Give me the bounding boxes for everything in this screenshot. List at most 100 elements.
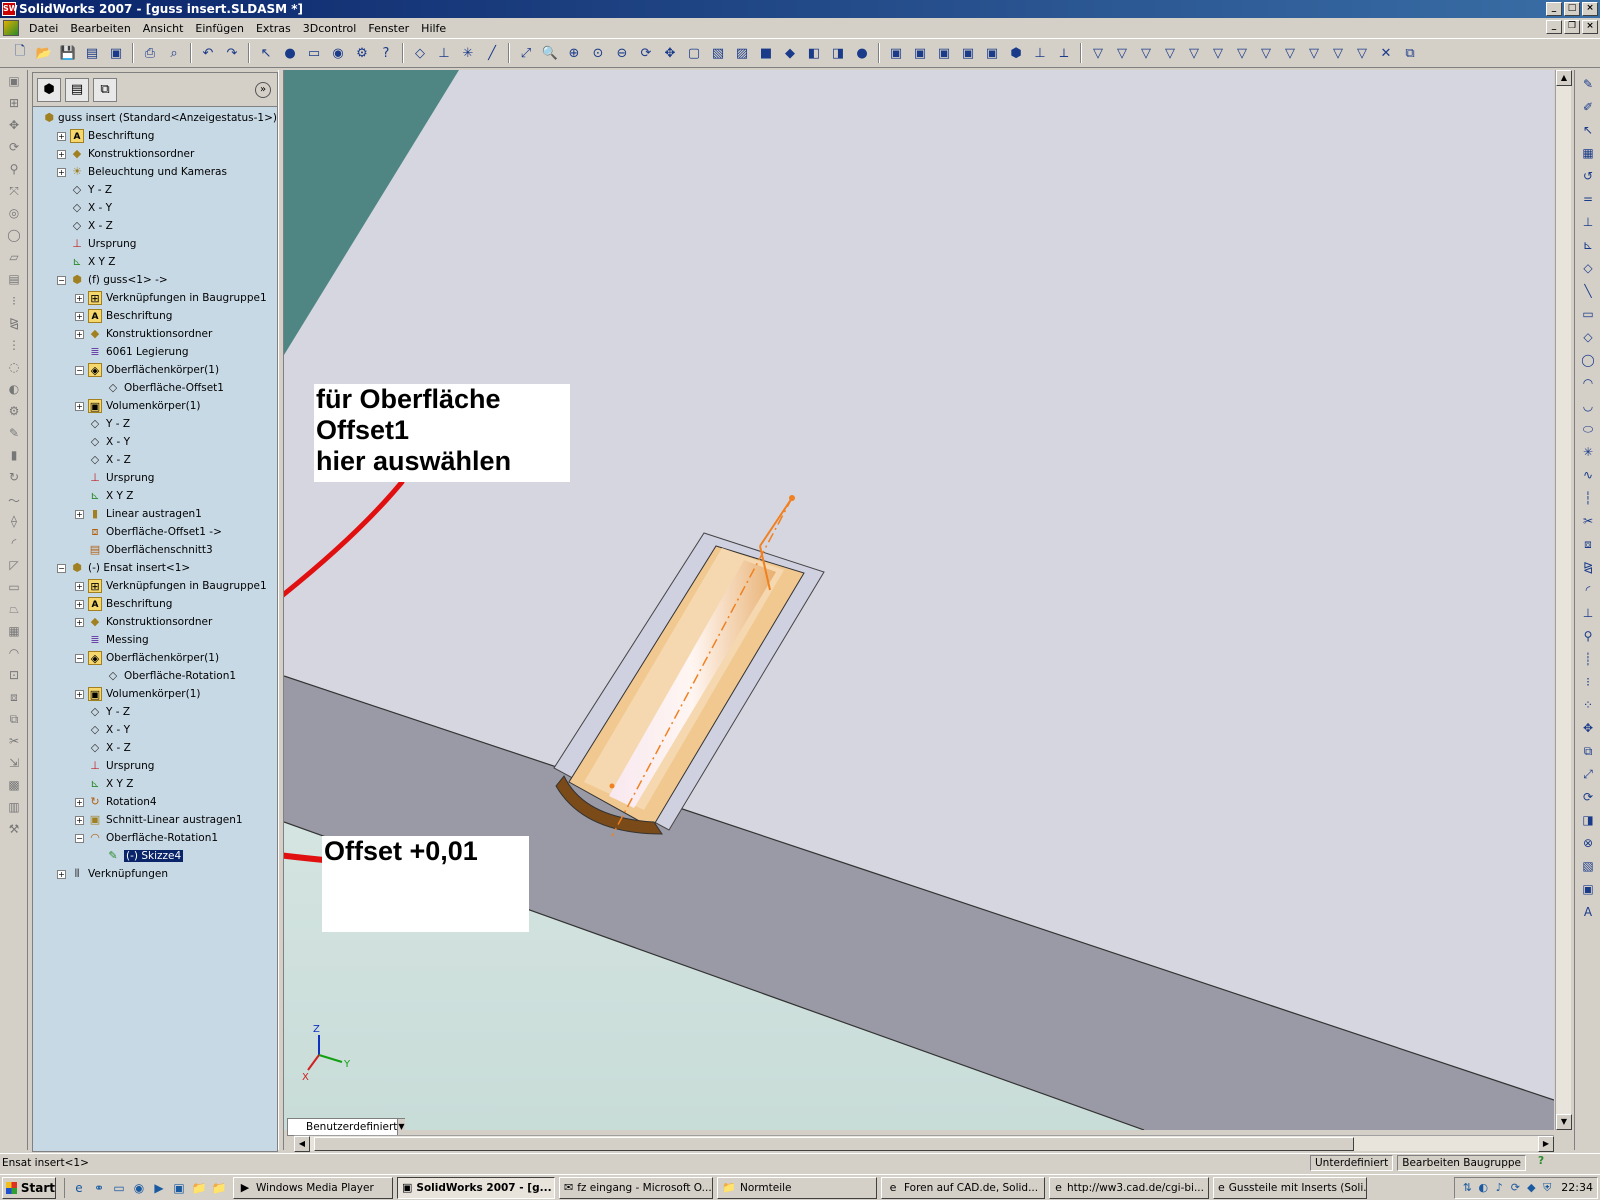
folder-icon[interactable]: 📁: [209, 1178, 229, 1198]
arc-icon[interactable]: ◠: [1579, 374, 1597, 392]
tree-item[interactable]: + ⫴ Verknüpfungen: [33, 865, 277, 883]
tree-item[interactable]: ⬢ guss insert (Standard<Anzeigestatus-1>): [33, 109, 277, 127]
circular-sketch-pattern-icon[interactable]: ⁘: [1579, 696, 1597, 714]
mirror-icon[interactable]: ⧎: [1579, 558, 1597, 576]
expand-icon[interactable]: +: [57, 149, 66, 159]
expand-icon[interactable]: +: [75, 401, 84, 411]
add-relation-icon[interactable]: ⊥: [1579, 604, 1597, 622]
expand-icon[interactable]: +: [57, 869, 66, 879]
surface-fill-icon[interactable]: ▩: [4, 778, 24, 796]
scroll-down-icon[interactable]: ▼: [1556, 1114, 1572, 1130]
text-icon[interactable]: A: [1579, 903, 1597, 921]
redo-icon[interactable]: ↷: [222, 43, 242, 63]
tab-property-manager[interactable]: ▤: [65, 77, 89, 102]
taskbar-button[interactable]: 📁 Normteile: [717, 1176, 877, 1199]
taskbar-button[interactable]: e Foren auf CAD.de, Solid...: [881, 1176, 1045, 1199]
collapse-icon[interactable]: −: [57, 563, 66, 573]
view-top-icon[interactable]: ▣: [982, 43, 1002, 63]
weld-bead-icon[interactable]: ▱: [4, 250, 24, 268]
save-icon[interactable]: 💾: [58, 43, 78, 63]
maximize-button[interactable]: □: [1564, 2, 1580, 16]
rebuild-icon[interactable]: ↺: [1579, 167, 1597, 185]
tree-item[interactable]: ⧈ Oberfläche-Offset1 ->: [33, 523, 277, 541]
trim-icon[interactable]: ✂: [1579, 512, 1597, 530]
tray-volume-icon[interactable]: ♪: [1491, 1181, 1507, 1194]
toolbox-icon[interactable]: ⚒: [4, 822, 24, 840]
filter-faces-icon[interactable]: ▽: [1112, 43, 1132, 63]
insert-component-icon[interactable]: ▣: [4, 74, 24, 92]
collapse-icon[interactable]: −: [75, 833, 84, 843]
taskbar-button[interactable]: ▣ SolidWorks 2007 - [g...: [397, 1176, 555, 1199]
tree-item[interactable]: ◇ Y - Z: [33, 703, 277, 721]
linear-pattern-icon[interactable]: ⋮: [4, 338, 24, 356]
menu-extras[interactable]: Extras: [250, 22, 297, 35]
filter-solids-icon[interactable]: ▽: [1352, 43, 1372, 63]
new-icon[interactable]: 🗋: [10, 43, 30, 63]
axis-tool-icon[interactable]: ╱: [482, 43, 502, 63]
solidworks-launch-icon[interactable]: ▣: [169, 1178, 189, 1198]
revolve-icon[interactable]: ↻: [4, 470, 24, 488]
expand-icon[interactable]: +: [57, 131, 66, 141]
fillet-sketch-icon[interactable]: ◜: [1579, 581, 1597, 599]
panel-expand-icon[interactable]: »: [255, 81, 271, 98]
help-icon[interactable]: ?: [376, 43, 396, 63]
doc-restore-button[interactable]: ❐: [1564, 20, 1580, 34]
undo-icon[interactable]: ↶: [198, 43, 218, 63]
folder-icon[interactable]: 📁: [189, 1178, 209, 1198]
chevron-down-icon[interactable]: ▼: [397, 1119, 405, 1135]
traffic-light-icon[interactable]: ●: [280, 43, 300, 63]
close-button[interactable]: ×: [1582, 2, 1598, 16]
expand-icon[interactable]: +: [75, 293, 84, 303]
zoom-previous-icon[interactable]: ⊖: [612, 43, 632, 63]
scroll-thumb[interactable]: [314, 1137, 1354, 1151]
menu-fenster[interactable]: Fenster: [362, 22, 415, 35]
filter-icon[interactable]: ▽: [1088, 43, 1108, 63]
expand-icon[interactable]: +: [75, 329, 84, 339]
filter-notes-icon[interactable]: ▽: [1304, 43, 1324, 63]
menu-bearbeiten[interactable]: Bearbeiten: [64, 22, 136, 35]
scale-entities-icon[interactable]: ⤢: [1579, 765, 1597, 783]
media-icon[interactable]: ▶: [149, 1178, 169, 1198]
scroll-left-icon[interactable]: ◀: [294, 1136, 310, 1152]
tree-item[interactable]: ◇ Oberfläche-Offset1: [33, 379, 277, 397]
surface-offset-icon[interactable]: ⧈: [4, 690, 24, 708]
network-icon[interactable]: ⚭: [89, 1178, 109, 1198]
tree-item[interactable]: + ◆ Konstruktionsordner: [33, 145, 277, 163]
tree-item[interactable]: + ◆ Konstruktionsordner: [33, 325, 277, 343]
measure-icon[interactable]: ⟂: [1054, 43, 1074, 63]
document-icon[interactable]: [3, 20, 19, 36]
tree-item[interactable]: − ⬢ (-) Ensat insert<1>: [33, 559, 277, 577]
construction-geometry-icon[interactable]: ┊: [1579, 650, 1597, 668]
collapse-icon[interactable]: −: [57, 275, 66, 285]
filter-vertices-icon[interactable]: ▽: [1160, 43, 1180, 63]
polygon-icon[interactable]: ◇: [1579, 328, 1597, 346]
tangent-arc-icon[interactable]: ◡: [1579, 397, 1597, 415]
tree-item[interactable]: ◇ Y - Z: [33, 415, 277, 433]
tray-antivirus-icon[interactable]: ◐: [1475, 1181, 1491, 1194]
physical-dynamics-icon[interactable]: ⚙: [4, 404, 24, 422]
options-icon[interactable]: ⚙: [352, 43, 372, 63]
draft-icon[interactable]: ⏢: [4, 602, 24, 620]
tree-item[interactable]: + A Beschriftung: [33, 127, 277, 145]
hidden-lines-visible-icon[interactable]: ▧: [708, 43, 728, 63]
view-back-icon[interactable]: ▣: [910, 43, 930, 63]
start-button[interactable]: Start: [2, 1176, 56, 1199]
interference-icon[interactable]: ◎: [4, 206, 24, 224]
tree-item[interactable]: + ◆ Konstruktionsordner: [33, 613, 277, 631]
filter-toggle-icon[interactable]: ⧉: [1400, 43, 1420, 63]
collapse-icon[interactable]: −: [75, 653, 84, 663]
ruled-surface-icon[interactable]: ▥: [4, 800, 24, 818]
tree-item[interactable]: + ▮ Linear austragen1: [33, 505, 277, 523]
tree-item[interactable]: + ▣ Volumenkörper(1): [33, 397, 277, 415]
graphics-viewport[interactable]: Z Y X für Oberfläche Offset1 hier auswäh…: [284, 70, 1554, 1130]
tray-network-icon[interactable]: ⇅: [1459, 1181, 1475, 1194]
zoom-in-out-icon[interactable]: ⊕: [564, 43, 584, 63]
zoom-selection-icon[interactable]: ⊙: [588, 43, 608, 63]
shell-icon[interactable]: ▭: [4, 580, 24, 598]
rotate-icon[interactable]: ⟳: [636, 43, 656, 63]
camera-icon[interactable]: ◉: [328, 43, 348, 63]
tab-configuration-manager[interactable]: ⧉: [93, 77, 117, 102]
browser-icon[interactable]: ◉: [129, 1178, 149, 1198]
collapse-icon[interactable]: −: [75, 365, 84, 375]
tree-item[interactable]: + ⊞ Verknüpfungen in Baugruppe1: [33, 577, 277, 595]
